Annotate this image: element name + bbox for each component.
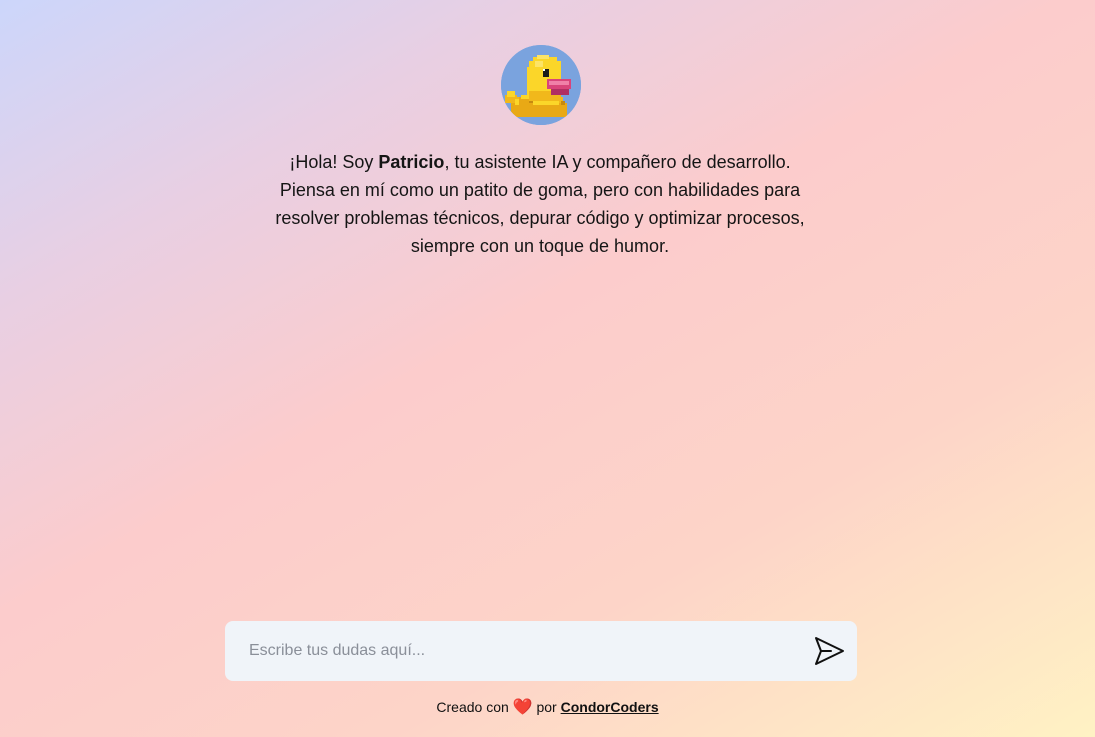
send-button[interactable] xyxy=(811,633,847,669)
send-icon xyxy=(815,637,844,665)
assistant-intro: ¡Hola! Soy Patricio, tu asistente IA y c… xyxy=(240,148,840,260)
chat-input[interactable] xyxy=(225,621,795,681)
footer: Creado con ❤️ por CondorCoders xyxy=(0,697,1095,718)
intro-greeting: ¡Hola! Soy xyxy=(289,152,379,172)
intro-line-4: siempre con un toque de humor. xyxy=(410,236,670,256)
intro-line-3: resolver problemas técnicos, depurar cód… xyxy=(275,208,805,228)
intro-line-2: Piensa en mí como un patito de goma, per… xyxy=(279,180,801,200)
assistant-avatar xyxy=(501,45,581,125)
heart-icon: ❤️ xyxy=(512,699,533,716)
intro-line-1: ¡Hola! Soy Patricio, tu asistente IA y c… xyxy=(240,148,840,176)
intro-line-1-rest: , tu asistente IA y compañero de desarro… xyxy=(444,152,791,172)
assistant-name: Patricio xyxy=(378,152,445,172)
footer-prefix: Creado con xyxy=(436,699,513,715)
footer-middle: por xyxy=(532,699,561,715)
condorcoders-link[interactable]: CondorCoders xyxy=(561,699,659,715)
rubber-duck-icon xyxy=(501,45,581,125)
chat-input-bar xyxy=(225,621,857,681)
